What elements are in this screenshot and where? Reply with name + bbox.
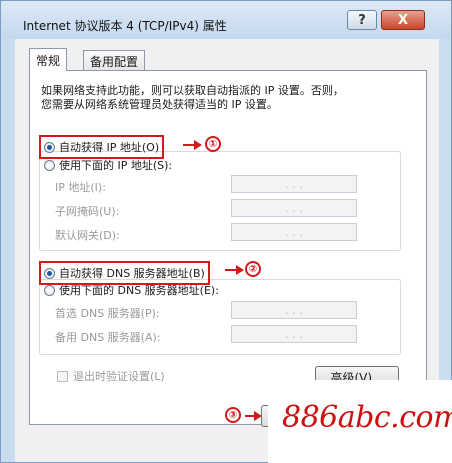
- subnet-mask-label: 子网掩码(U):: [55, 205, 120, 218]
- tab-alternate-configuration[interactable]: 备用配置: [83, 50, 146, 72]
- auto-dns-radio[interactable]: [44, 267, 55, 279]
- description-line-2: 您需要从网络系统管理员处获得适当的 IP 设置。: [41, 98, 278, 111]
- close-button[interactable]: X: [381, 10, 425, 30]
- title-bar: Internet 协议版本 4 (TCP/IPv4) 属性 ? X: [1, 1, 451, 39]
- manual-ip-radio[interactable]: [44, 159, 55, 171]
- auto-dns-label: 自动获得 DNS 服务器地址(B): [59, 267, 205, 280]
- manual-dns-option[interactable]: 使用下面的 DNS 服务器地址(E):: [44, 282, 219, 298]
- preferred-dns-field[interactable]: . . .: [231, 301, 357, 319]
- ip-address-field[interactable]: . . .: [231, 175, 357, 193]
- manual-ip-label: 使用下面的 IP 地址(S):: [59, 159, 173, 172]
- description-text: 如果网络支持此功能，则可以获取自动指派的 IP 设置。否则， 您需要从网络系统管…: [41, 84, 401, 112]
- callout-2: ②: [245, 261, 261, 277]
- manual-dns-radio[interactable]: [44, 284, 55, 296]
- alternate-dns-field[interactable]: . . .: [231, 325, 357, 343]
- default-gateway-label: 默认网关(D):: [55, 229, 120, 242]
- preferred-dns-label: 首选 DNS 服务器(P):: [55, 307, 160, 320]
- validate-on-exit-option[interactable]: 退出时验证设置(L): [57, 368, 165, 384]
- manual-ip-option[interactable]: 使用下面的 IP 地址(S):: [44, 157, 172, 173]
- watermark-text: 886abc.com: [282, 400, 452, 435]
- auto-ip-option[interactable]: 自动获得 IP 地址(O): [39, 135, 165, 159]
- subnet-mask-field[interactable]: . . .: [231, 199, 357, 217]
- description-line-1: 如果网络支持此功能，则可以获取自动指派的 IP 设置。否则，: [41, 84, 344, 97]
- help-button[interactable]: ?: [347, 10, 377, 30]
- default-gateway-field[interactable]: . . .: [231, 223, 357, 241]
- manual-dns-label: 使用下面的 DNS 服务器地址(E):: [59, 284, 219, 297]
- callout-arrow-2: [225, 265, 244, 275]
- ip-address-label: IP 地址(I):: [55, 181, 106, 194]
- auto-ip-label: 自动获得 IP 地址(O): [59, 141, 160, 154]
- callout-3: ③: [225, 407, 241, 423]
- callout-arrow-3: [245, 411, 262, 421]
- validate-on-exit-checkbox[interactable]: [57, 370, 68, 382]
- validate-on-exit-label: 退出时验证设置(L): [73, 370, 165, 383]
- tab-general[interactable]: 常规: [29, 48, 68, 71]
- callout-1: ①: [205, 136, 221, 152]
- callout-arrow-1: [183, 140, 202, 150]
- dialog-title: Internet 协议版本 4 (TCP/IPv4) 属性: [23, 19, 227, 33]
- alternate-dns-label: 备用 DNS 服务器(A):: [55, 331, 161, 344]
- auto-ip-radio[interactable]: [44, 141, 55, 153]
